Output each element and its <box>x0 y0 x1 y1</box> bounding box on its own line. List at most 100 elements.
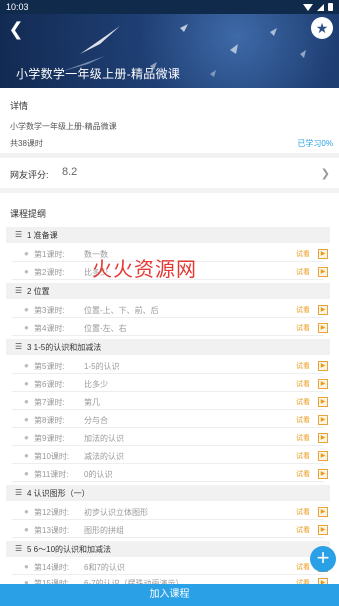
droplet-icon: ● <box>24 267 29 276</box>
row-divider <box>12 373 324 374</box>
chevron-right-icon: ❯ <box>320 168 330 180</box>
lesson-number: 第10课时: <box>34 452 70 461</box>
chapter-title: 2 位置 <box>27 287 50 296</box>
lesson-number: 第13课时: <box>34 526 70 535</box>
row-divider <box>12 481 324 482</box>
lesson-count: 共38课时 <box>10 139 43 148</box>
layers-icon: ☰ <box>15 544 23 553</box>
play-icon[interactable]: ▶ <box>318 525 328 535</box>
watermark-text: 火火资源网 <box>92 259 197 281</box>
droplet-icon: ● <box>24 249 29 258</box>
play-icon[interactable]: ▶ <box>318 305 328 315</box>
chapter-header[interactable]: ☰ 4 认识图形（一） <box>6 485 330 501</box>
chapter-title: 5 6～10的认识和加减法 <box>27 545 112 554</box>
play-icon[interactable]: ▶ <box>318 433 328 443</box>
lesson-item[interactable]: ● 第13课时: 图形的拼组 试看 ▶ <box>6 522 330 538</box>
lesson-item[interactable]: ● 第8课时: 分与合 试看 ▶ <box>6 412 330 428</box>
lesson-title: 比多少 <box>84 380 108 389</box>
droplet-icon: ● <box>24 415 29 424</box>
lesson-number: 第3课时: <box>34 306 65 315</box>
status-time: 10:03 <box>6 2 29 12</box>
row-divider <box>12 391 324 392</box>
droplet-icon: ● <box>24 507 29 516</box>
row-divider <box>12 409 324 410</box>
row-divider <box>12 317 324 318</box>
droplet-icon: ● <box>24 433 29 442</box>
join-course-button[interactable]: 加入课程 <box>0 584 339 606</box>
chapter-header[interactable]: ☰ 1 准备课 <box>6 227 330 243</box>
droplet-icon: ● <box>24 525 29 534</box>
layers-icon: ☰ <box>15 342 23 351</box>
lesson-item[interactable]: ● 第12课时: 初步认识立体图形 试看 ▶ <box>6 504 330 520</box>
page-title: 小学数学一年级上册-精品微课 <box>16 67 181 81</box>
add-fab-button[interactable]: + <box>310 546 336 572</box>
layers-icon: ☰ <box>15 286 23 295</box>
play-icon[interactable]: ▶ <box>318 379 328 389</box>
section-divider <box>0 188 339 193</box>
play-icon[interactable]: ▶ <box>318 415 328 425</box>
course-name: 小学数学一年级上册-精品微课 <box>10 122 117 131</box>
back-button[interactable]: ❮ <box>6 18 26 40</box>
trial-label: 试看 <box>296 307 310 314</box>
layers-icon: ☰ <box>15 488 23 497</box>
lesson-item[interactable]: ● 第5课时: 1-5的认识 试看 ▶ <box>6 358 330 374</box>
play-icon[interactable]: ▶ <box>318 469 328 479</box>
row-divider <box>12 427 324 428</box>
trial-label: 试看 <box>296 325 310 332</box>
lesson-number: 第12课时: <box>34 508 70 517</box>
droplet-icon: ● <box>24 397 29 406</box>
row-divider <box>12 519 324 520</box>
chapter-header[interactable]: ☰ 2 位置 <box>6 283 330 299</box>
wifi-icon <box>303 3 313 11</box>
play-icon[interactable]: ▶ <box>318 507 328 517</box>
trial-label: 试看 <box>296 509 310 516</box>
lesson-item[interactable]: ● 第14课时: 6和7的认识 试看 ▶ <box>6 559 330 575</box>
play-icon[interactable]: ▶ <box>318 397 328 407</box>
trial-label: 试看 <box>296 527 310 534</box>
row-divider <box>12 463 324 464</box>
play-icon[interactable]: ▶ <box>318 249 328 259</box>
chapter-title: 3 1-5的认识和加减法 <box>27 343 102 352</box>
lesson-item[interactable]: ● 第3课时: 位置-上、下、前、后 试看 ▶ <box>6 302 330 318</box>
battery-icon <box>328 3 333 11</box>
chapter-header[interactable]: ☰ 3 1-5的认识和加减法 <box>6 339 330 355</box>
chapter-header[interactable]: ☰ 5 6～10的认识和加减法 <box>6 541 330 557</box>
plus-icon: + <box>316 545 330 570</box>
lesson-item[interactable]: ● 第10课时: 减法的认识 试看 ▶ <box>6 448 330 464</box>
lesson-item[interactable]: ● 第4课时: 位置-左、右 试看 ▶ <box>6 320 330 336</box>
droplet-icon: ● <box>24 562 29 571</box>
trial-label: 试看 <box>296 435 310 442</box>
lesson-item[interactable]: ● 第6课时: 比多少 试看 ▶ <box>6 376 330 392</box>
droplet-icon: ● <box>24 451 29 460</box>
rating-row[interactable]: 网友评分: 8.2 ❯ <box>0 160 339 186</box>
play-icon[interactable]: ▶ <box>318 267 328 277</box>
favorite-button[interactable]: ★ <box>311 17 333 39</box>
play-icon[interactable]: ▶ <box>318 323 328 333</box>
play-icon[interactable]: ▶ <box>318 451 328 461</box>
trial-label: 试看 <box>296 417 310 424</box>
section-divider <box>0 153 339 158</box>
rating-label: 网友评分: <box>10 170 49 180</box>
trial-label: 试看 <box>296 453 310 460</box>
lesson-item[interactable]: ● 第9课时: 加法的认识 试看 ▶ <box>6 430 330 446</box>
lesson-title: 减法的认识 <box>84 452 124 461</box>
lesson-title: 图形的拼组 <box>84 526 124 535</box>
row-divider <box>12 537 324 538</box>
lesson-number: 第14课时: <box>34 563 70 572</box>
lesson-title: 加法的认识 <box>84 434 124 443</box>
lesson-number: 第7课时: <box>34 398 65 407</box>
lesson-item[interactable]: ● 第11课时: 0的认识 试看 ▶ <box>6 466 330 482</box>
trial-label: 试看 <box>296 251 310 258</box>
lesson-title: 分与合 <box>84 416 108 425</box>
lesson-title: 第几 <box>84 398 100 407</box>
trial-label: 试看 <box>296 471 310 478</box>
lesson-title: 位置-左、右 <box>84 324 127 333</box>
lesson-number: 第6课时: <box>34 380 65 389</box>
lesson-title: 初步认识立体图形 <box>84 508 148 517</box>
play-icon[interactable]: ▶ <box>318 361 328 371</box>
droplet-icon: ● <box>24 469 29 478</box>
course-banner: ❮ ★ 小学数学一年级上册-精品微课 <box>0 14 339 88</box>
study-progress: 已学习0% <box>297 139 333 148</box>
lesson-item[interactable]: ● 第7课时: 第几 试看 ▶ <box>6 394 330 410</box>
lesson-number: 第1课时: <box>34 250 65 259</box>
